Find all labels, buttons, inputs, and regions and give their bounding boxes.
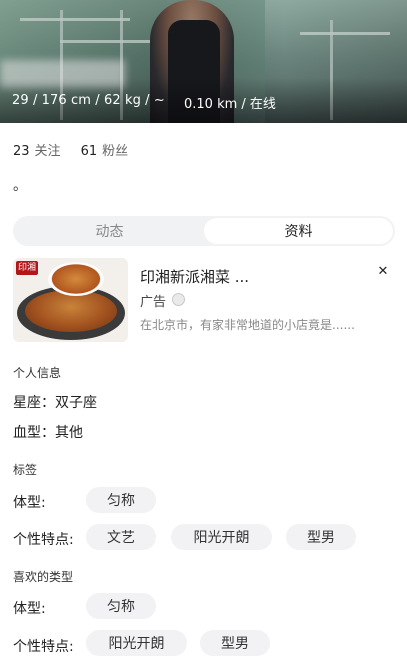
bowl-image — [48, 262, 104, 296]
profile-photo[interactable]: 29 / 176 cm / 62 kg / ~ 0.10 km / 在线 — [0, 0, 407, 123]
ad-info-icon[interactable] — [172, 293, 185, 306]
followers-group[interactable]: 61 粉丝 — [81, 140, 129, 159]
close-icon[interactable]: ✕ — [375, 264, 391, 280]
followers-label: 粉丝 — [102, 144, 129, 159]
tag-chip: 阳光开朗 — [171, 524, 272, 550]
tags-body-label: 体型: — [13, 495, 46, 511]
ad-label: 广告 — [140, 295, 167, 310]
gym-rack — [20, 18, 130, 21]
preference-chip: 型男 — [200, 630, 270, 656]
preferences-personality-label: 个性特点: — [13, 639, 74, 655]
tab-profile[interactable]: 资料 — [204, 218, 393, 244]
tag-chip: 匀称 — [86, 487, 156, 513]
ad-brand-mark: 印湘 — [16, 261, 38, 275]
preferences-body-label: 体型: — [13, 601, 46, 617]
preferences-title: 喜欢的类型 — [13, 570, 74, 584]
blood-type-row: 血型：其他 — [13, 425, 83, 441]
followers-count: 61 — [80, 144, 98, 159]
ad-description[interactable]: 在北京市，有家非常地道的小店竟是...... — [140, 316, 355, 333]
tags-title: 标签 — [13, 463, 38, 477]
tag-chip: 文艺 — [86, 524, 156, 550]
profile-bio: 。 — [13, 178, 27, 194]
gym-rack — [60, 40, 150, 43]
gym-rack — [300, 32, 390, 35]
following-label: 关注 — [34, 144, 61, 159]
following-count: 23 — [13, 144, 30, 159]
profile-distance: 0.10 km / 在线 — [184, 97, 276, 112]
profile-tabs: 动态 资料 — [13, 216, 395, 246]
personal-info-title: 个人信息 — [13, 366, 62, 380]
ad-title[interactable]: 印湘新派湘菜 ... — [140, 266, 249, 287]
preference-chip: 阳光开朗 — [86, 630, 187, 656]
follow-counts: 23 关注 61 粉丝 — [13, 140, 148, 159]
zodiac-row: 星座：双子座 — [13, 395, 97, 411]
tags-personality-label: 个性特点: — [13, 532, 74, 548]
profile-stats: 29 / 176 cm / 62 kg / ~ — [12, 93, 165, 108]
preference-chip: 匀称 — [86, 593, 156, 619]
tab-posts[interactable]: 动态 — [15, 218, 204, 244]
tag-chip: 型男 — [286, 524, 356, 550]
dish-image — [25, 290, 117, 332]
ad-card[interactable]: 印湘 印湘新派湘菜 ... 广告 在北京市，有家非常地道的小店竟是...... … — [13, 258, 395, 342]
ad-image[interactable]: 印湘 — [13, 258, 128, 342]
following-group[interactable]: 23 关注 — [13, 140, 61, 159]
